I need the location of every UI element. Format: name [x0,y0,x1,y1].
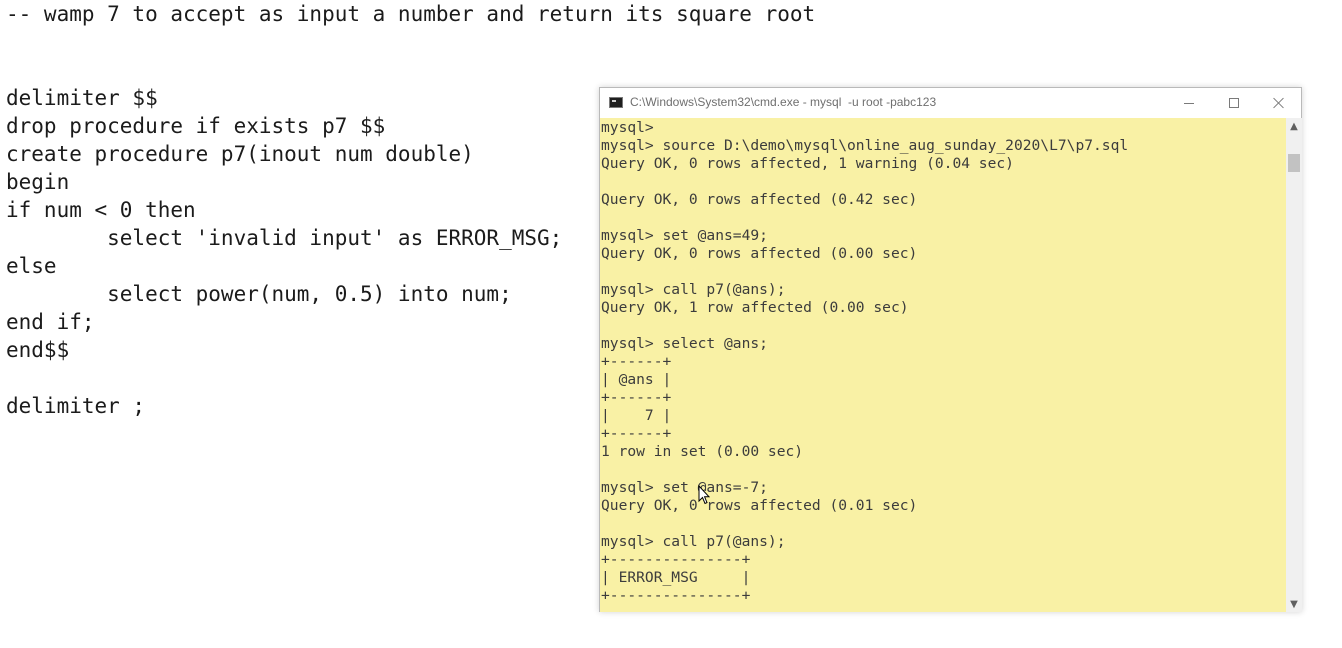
console-line: mysql> call p7(@ans); [601,533,786,550]
console-line: mysql> source D:\demo\mysql\online_aug_s… [601,137,1129,154]
maximize-button[interactable] [1211,88,1257,118]
code-line: else [6,254,57,278]
console-line: mysql> set @ans=-7; [601,479,768,496]
console-title: C:\Windows\System32\cmd.exe - mysql -u r… [630,95,937,109]
console-line: 1 row in set (0.00 sec) [601,443,804,460]
code-line: if num < 0 then [6,198,196,222]
console-line: mysql> set @ans=49; [601,227,768,244]
close-icon [1273,97,1285,109]
console-titlebar[interactable]: C:\Windows\System32\cmd.exe - mysql -u r… [600,88,1301,118]
console-window[interactable]: C:\Windows\System32\cmd.exe - mysql -u r… [599,87,1302,612]
console-line: +------+ [601,389,672,406]
code-line: end if; [6,310,95,334]
code-line: delimiter $$ [6,86,158,110]
chevron-up-icon[interactable]: ▲ [1286,118,1302,134]
console-output[interactable]: mysql> mysql> source D:\demo\mysql\online… [600,118,1286,612]
vertical-scrollbar[interactable]: ▲ ▼ [1286,118,1302,612]
console-line: | 7 | [601,407,672,424]
code-line: drop procedure if exists p7 $$ [6,114,386,138]
scrollbar-thumb[interactable] [1288,154,1300,172]
maximize-icon [1229,98,1239,108]
code-comment-line: -- wamp 7 to accept as input a number an… [6,2,816,26]
code-line: end$$ [6,338,70,362]
console-line: Query OK, 0 rows affected, 1 warning (0.… [601,155,1014,172]
console-line: +------+ [601,353,672,370]
console-line: mysql> select @ans; [601,335,768,352]
code-line: select 'invalid input' as ERROR_MSG; [6,226,563,250]
console-line: +------+ [601,425,672,442]
console-line: mysql> call p7(@ans); [601,281,786,298]
code-line: create procedure p7(inout num double) [6,142,474,166]
code-line: delimiter ; [6,394,146,418]
console-line: +---------------+ [601,551,751,568]
chevron-down-icon[interactable]: ▼ [1286,596,1302,612]
console-line: | @ans | [601,371,672,388]
minimize-button[interactable] [1166,88,1212,118]
console-line: Query OK, 0 rows affected (0.00 sec) [601,245,918,262]
console-line: Query OK, 1 row affected (0.00 sec) [601,299,909,316]
code-line: select power(num, 0.5) into num; [6,282,512,306]
console-line: Query OK, 0 rows affected (0.42 sec) [601,191,918,208]
cmd-icon [609,97,623,108]
close-button[interactable] [1256,88,1302,118]
code-editor[interactable]: -- wamp 7 to accept as input a number an… [6,0,815,648]
minimize-icon [1184,102,1194,104]
console-line: Query OK, 0 rows affected (0.01 sec) [601,497,918,514]
console-line: +---------------+ [601,587,751,604]
console-line: | ERROR_MSG | [601,569,751,586]
code-line: begin [6,170,70,194]
mouse-cursor-icon [698,485,710,505]
console-line: mysql> [601,119,654,136]
